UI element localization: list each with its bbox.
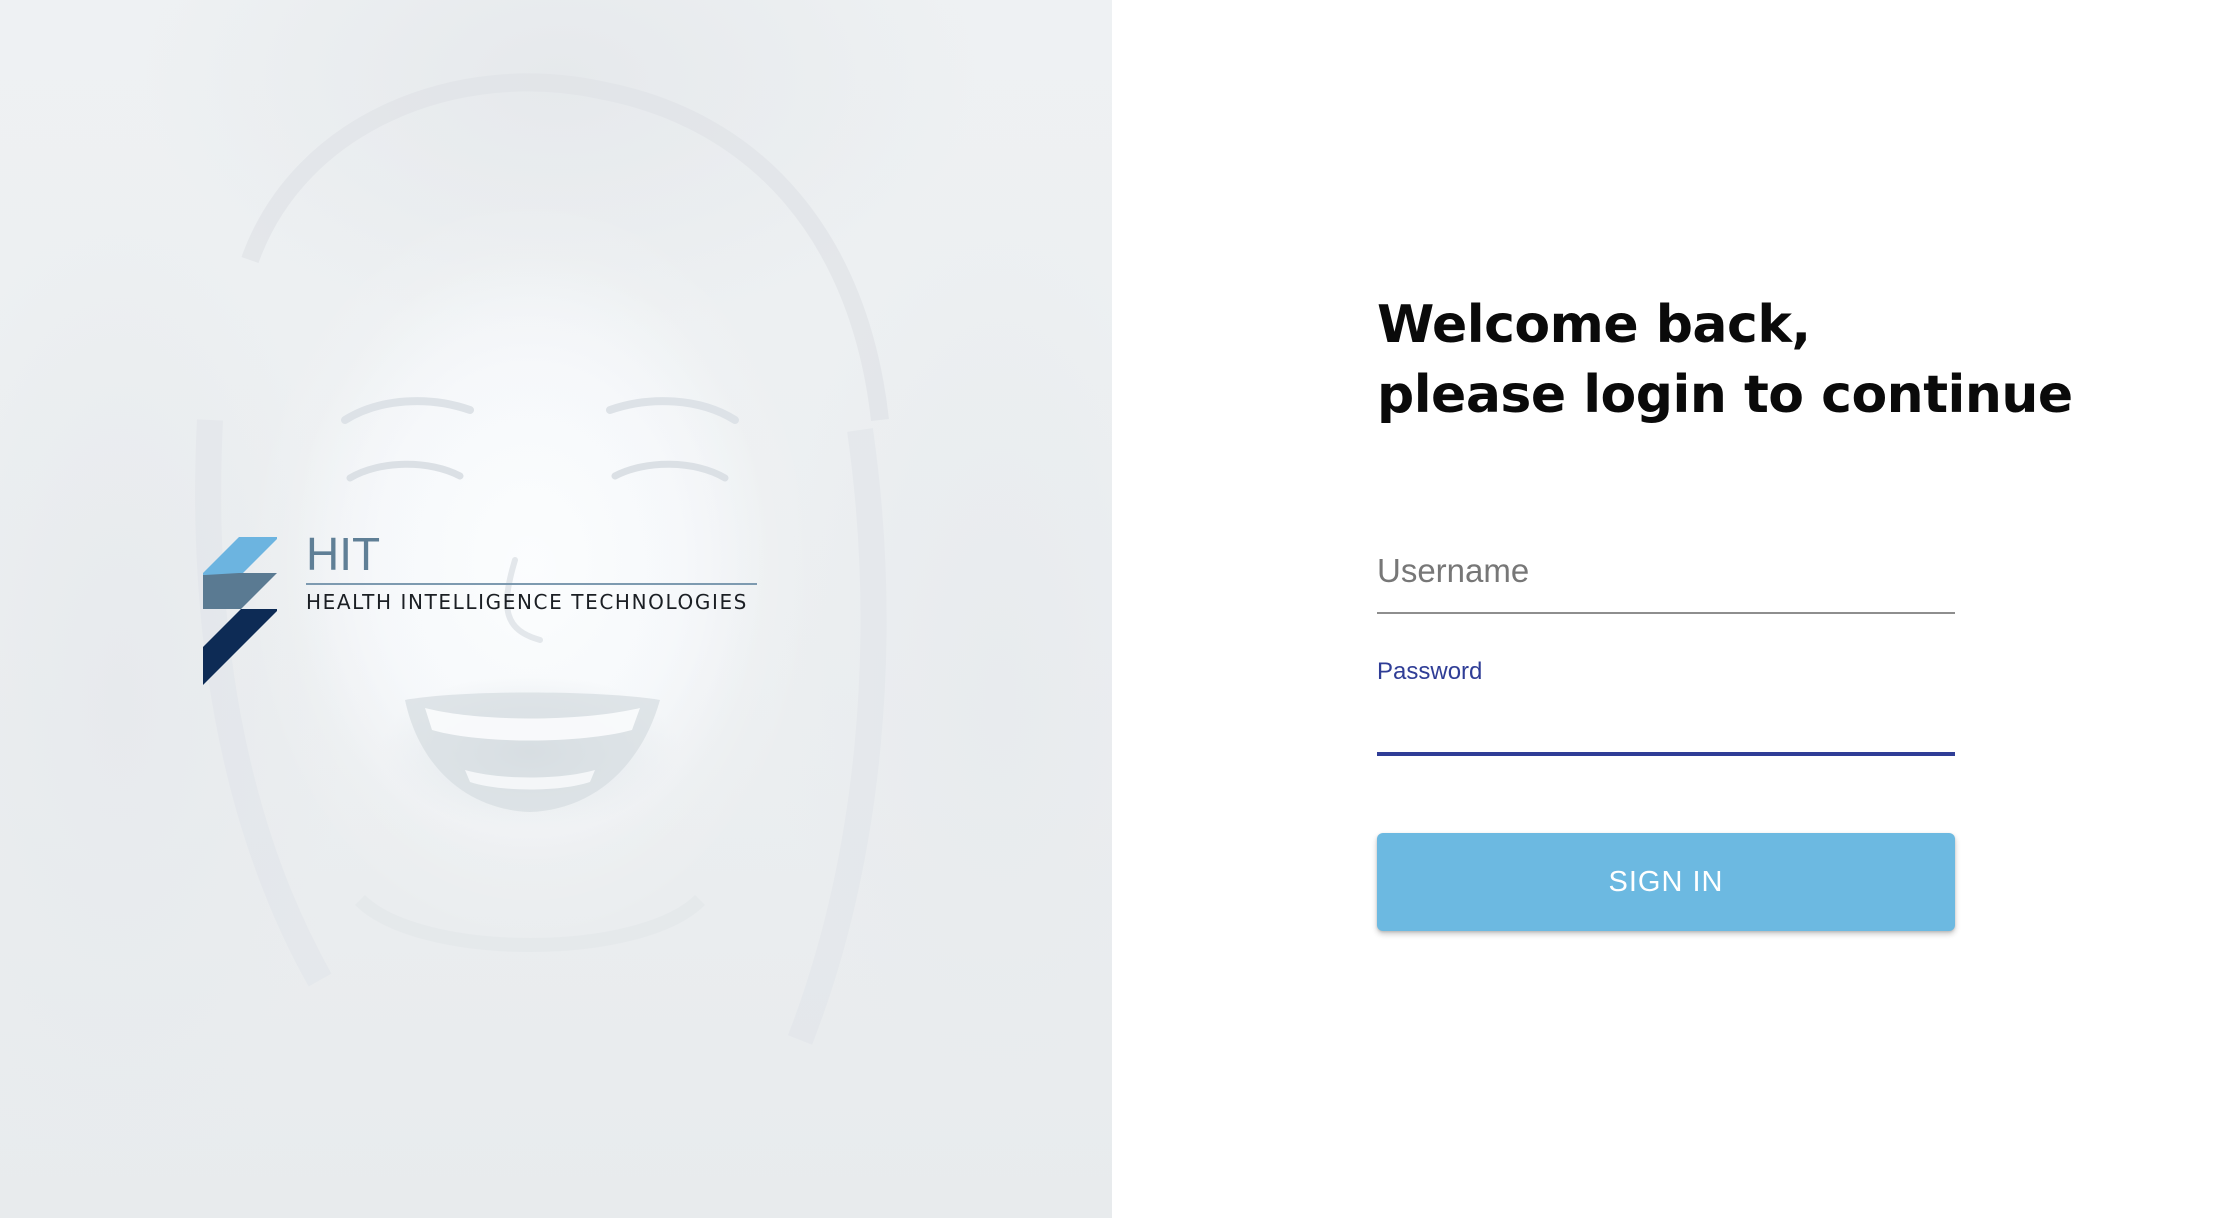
welcome-heading-line2: please login to continue	[1377, 365, 2073, 425]
logo-subtitle: HEALTH INTELLIGENCE TECHNOLOGIES	[306, 590, 748, 614]
logo-mark-icon	[203, 537, 277, 685]
sign-in-button[interactable]: SIGN IN	[1377, 833, 1955, 931]
hero-panel: HIT HEALTH INTELLIGENCE TECHNOLOGIES	[0, 0, 1112, 1218]
welcome-heading: Welcome back, please login to continue	[1377, 290, 2073, 430]
username-field[interactable]	[1377, 540, 1955, 614]
password-label: Password	[1377, 658, 1483, 685]
username-input[interactable]	[1377, 552, 1955, 590]
logo-title: HIT	[306, 528, 381, 580]
hit-logo: HIT HEALTH INTELLIGENCE TECHNOLOGIES	[203, 531, 763, 687]
password-input[interactable]	[1377, 706, 1955, 740]
password-field[interactable]: Password	[1377, 650, 1955, 756]
welcome-heading-line1: Welcome back,	[1377, 295, 1811, 355]
logo-divider	[306, 583, 757, 585]
login-page: HIT HEALTH INTELLIGENCE TECHNOLOGIES Wel…	[0, 0, 2218, 1218]
login-form-panel: Welcome back, please login to continue P…	[1112, 0, 2218, 1218]
